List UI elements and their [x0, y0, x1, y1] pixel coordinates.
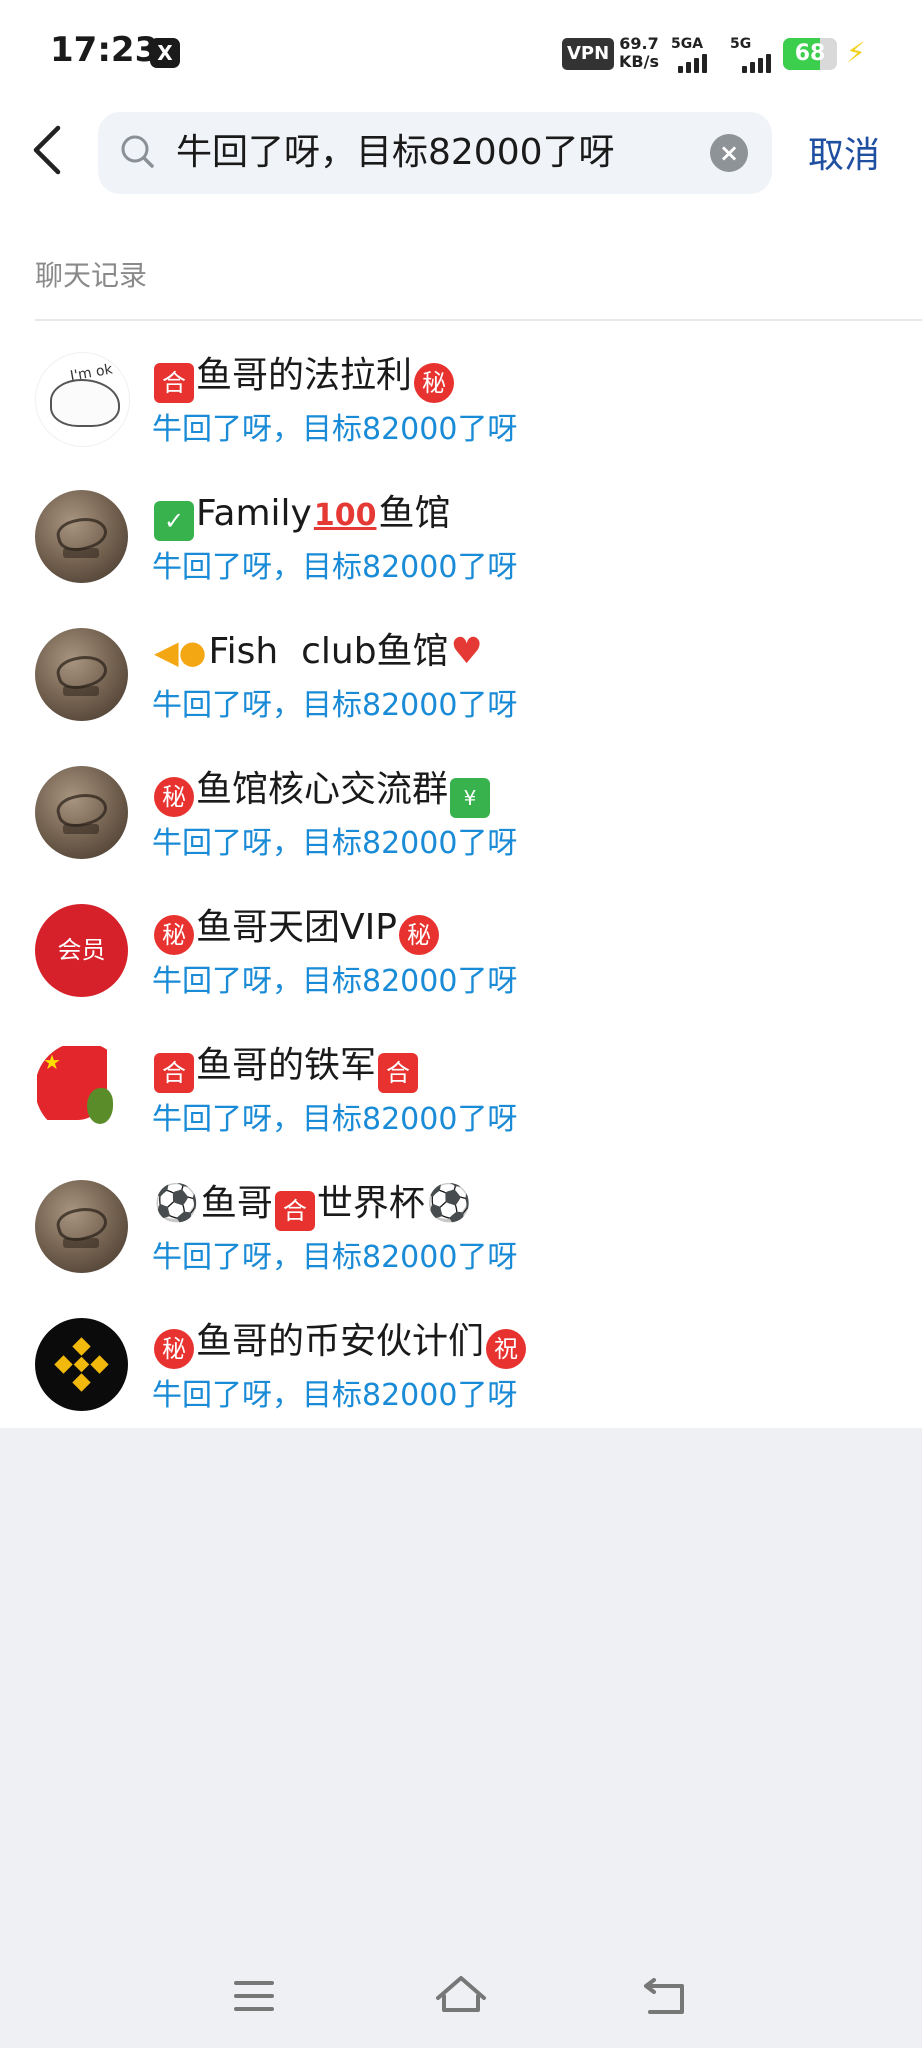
network-speed: 69.7 KB/s: [619, 35, 659, 71]
system-nav-bar: [0, 1950, 922, 2040]
search-box[interactable]: 牛回了呀，目标82000了呀 ×: [98, 112, 772, 194]
avatar-logo-mark: [63, 1238, 99, 1248]
vpn-badge: VPN: [562, 38, 615, 70]
close-icon: ×: [718, 139, 740, 167]
chevron-left-icon: [33, 125, 61, 175]
back-button[interactable]: [30, 122, 80, 182]
chat-title: 秘鱼哥的币安伙计们祝: [152, 1312, 528, 1369]
avatar: I'm ok: [35, 352, 130, 447]
search-results-list: I'm ok 合鱼哥的法拉利秘 牛回了呀，目标82000了呀 ✓ Family10…: [0, 328, 922, 1432]
he-badge-icon: 合: [378, 1053, 419, 1093]
chat-title: ⚽鱼哥合世界杯⚽: [152, 1174, 474, 1231]
zhu-badge-icon: 祝: [486, 1329, 527, 1369]
avatar: [35, 1318, 128, 1411]
divider: [35, 319, 922, 321]
message-snippet: 牛回了呀，目标82000了呀: [152, 550, 518, 585]
status-bar: 17:23 X VPN 69.7 KB/s 5GA 5G 68 ⚡: [0, 0, 922, 108]
chat-title: 合鱼哥的铁军合: [152, 1036, 420, 1093]
avatar-plant-image: [87, 1088, 113, 1124]
heart-icon: ♥: [450, 631, 483, 672]
chat-result-item[interactable]: ✓ Family100鱼馆 牛回了呀，目标82000了呀: [0, 466, 922, 604]
section-title: 聊天记录: [35, 259, 148, 292]
avatar: 会员: [35, 904, 128, 997]
sim2-signal-icon: [742, 54, 771, 73]
soccer-ball-icon: ⚽: [154, 1183, 199, 1224]
x-app-icon: X: [150, 38, 180, 68]
mi-badge-icon: 秘: [414, 363, 455, 403]
chat-title-text: 鱼哥的币安伙计们: [196, 1321, 485, 1362]
status-time: 17:23: [50, 30, 159, 70]
chat-title: 秘鱼哥天团VIP 秘: [152, 898, 441, 955]
chat-result-item[interactable]: 秘鱼馆核心交流群 ¥ 牛回了呀，目标82000了呀: [0, 742, 922, 880]
back-nav-icon[interactable]: [640, 1974, 692, 2018]
chat-result-item[interactable]: ★ 合鱼哥的铁军合 牛回了呀，目标82000了呀: [0, 1018, 922, 1156]
clear-search-button[interactable]: ×: [710, 134, 748, 172]
avatar-logo-mark: [63, 686, 99, 696]
chat-result-item[interactable]: 秘鱼哥的币安伙计们祝 牛回了呀，目标82000了呀: [0, 1294, 922, 1432]
he-badge-icon: 合: [154, 1053, 194, 1093]
avatar-text: 会员: [57, 936, 106, 964]
message-snippet: 牛回了呀，目标82000了呀: [152, 1240, 518, 1275]
menu-icon[interactable]: [232, 1978, 276, 2014]
network-speed-unit: KB/s: [619, 52, 659, 71]
message-snippet: 牛回了呀，目标82000了呀: [152, 964, 518, 999]
sim2-label: 5G: [730, 36, 752, 52]
message-snippet: 牛回了呀，目标82000了呀: [152, 688, 518, 723]
avatar-logo-mark: [63, 548, 99, 558]
mi-badge-icon: 秘: [154, 777, 194, 817]
search-icon: [121, 135, 154, 168]
chat-title-text: Family: [196, 493, 312, 534]
chat-title-text: 鱼哥: [200, 1183, 273, 1224]
he-badge-icon: 合: [274, 1191, 315, 1231]
chat-result-item[interactable]: ⚽鱼哥合世界杯⚽ 牛回了呀，目标82000了呀: [0, 1156, 922, 1294]
home-icon[interactable]: [432, 1972, 490, 2016]
message-snippet: 牛回了呀，目标82000了呀: [152, 1102, 518, 1137]
soccer-ball-icon: ⚽: [426, 1183, 472, 1224]
chart-yen-icon: ¥: [450, 778, 491, 818]
chat-title-text: 鱼馆核心交流群: [196, 769, 449, 810]
mi-badge-icon: 秘: [398, 915, 439, 955]
he-badge-icon: 合: [154, 363, 194, 403]
avatar: [35, 628, 128, 721]
chat-title: 合鱼哥的法拉利秘: [152, 346, 456, 403]
chat-title-text: 鱼哥的法拉利: [196, 355, 413, 396]
chat-result-item[interactable]: ◀●Fish club鱼馆♥ 牛回了呀，目标82000了呀: [0, 604, 922, 742]
tropical-fish-icon: ◀●: [154, 633, 207, 671]
mi-badge-icon: 秘: [154, 1329, 194, 1369]
network-speed-value: 69.7: [619, 34, 659, 53]
chat-title-text: 鱼哥的铁军: [196, 1045, 377, 1086]
chat-title: ◀●Fish club鱼馆♥: [152, 622, 485, 674]
avatar-cat-shape: [50, 379, 120, 427]
chat-title-text: 世界杯: [316, 1183, 425, 1224]
battery-level: 68: [794, 41, 826, 66]
chat-title-text: Fish club鱼馆: [208, 631, 449, 672]
cancel-button[interactable]: 取消: [808, 126, 880, 178]
hundred-points-icon: 100: [313, 498, 377, 533]
avatar: [35, 766, 128, 859]
battery-icon: 68: [783, 38, 837, 70]
chat-title-text: 鱼馆: [378, 493, 451, 534]
binance-logo-icon: [54, 1337, 109, 1392]
charging-icon: ⚡: [846, 36, 866, 69]
check-mark-icon: ✓: [154, 501, 194, 541]
search-input[interactable]: 牛回了呀，目标82000了呀: [176, 112, 615, 194]
avatar-logo-mark: [63, 824, 99, 834]
avatar: [35, 1180, 128, 1273]
avatar: ★: [35, 1042, 128, 1135]
mi-badge-icon: 秘: [154, 915, 194, 955]
message-snippet: 牛回了呀，目标82000了呀: [152, 412, 518, 447]
message-snippet: 牛回了呀，目标82000了呀: [152, 1378, 518, 1413]
star-icon: ★: [43, 1050, 61, 1074]
chat-title: ✓ Family100鱼馆: [152, 484, 450, 541]
chat-result-item[interactable]: 会员 秘鱼哥天团VIP 秘 牛回了呀，目标82000了呀: [0, 880, 922, 1018]
chat-title: 秘鱼馆核心交流群 ¥: [152, 760, 492, 818]
chat-title-text: 鱼哥天团VIP: [196, 907, 397, 948]
sim1-signal-icon: [678, 54, 707, 73]
avatar: [35, 490, 128, 583]
message-snippet: 牛回了呀，目标82000了呀: [152, 826, 518, 861]
sim1-label: 5GA: [671, 36, 704, 52]
chat-result-item[interactable]: I'm ok 合鱼哥的法拉利秘 牛回了呀，目标82000了呀: [0, 328, 922, 466]
